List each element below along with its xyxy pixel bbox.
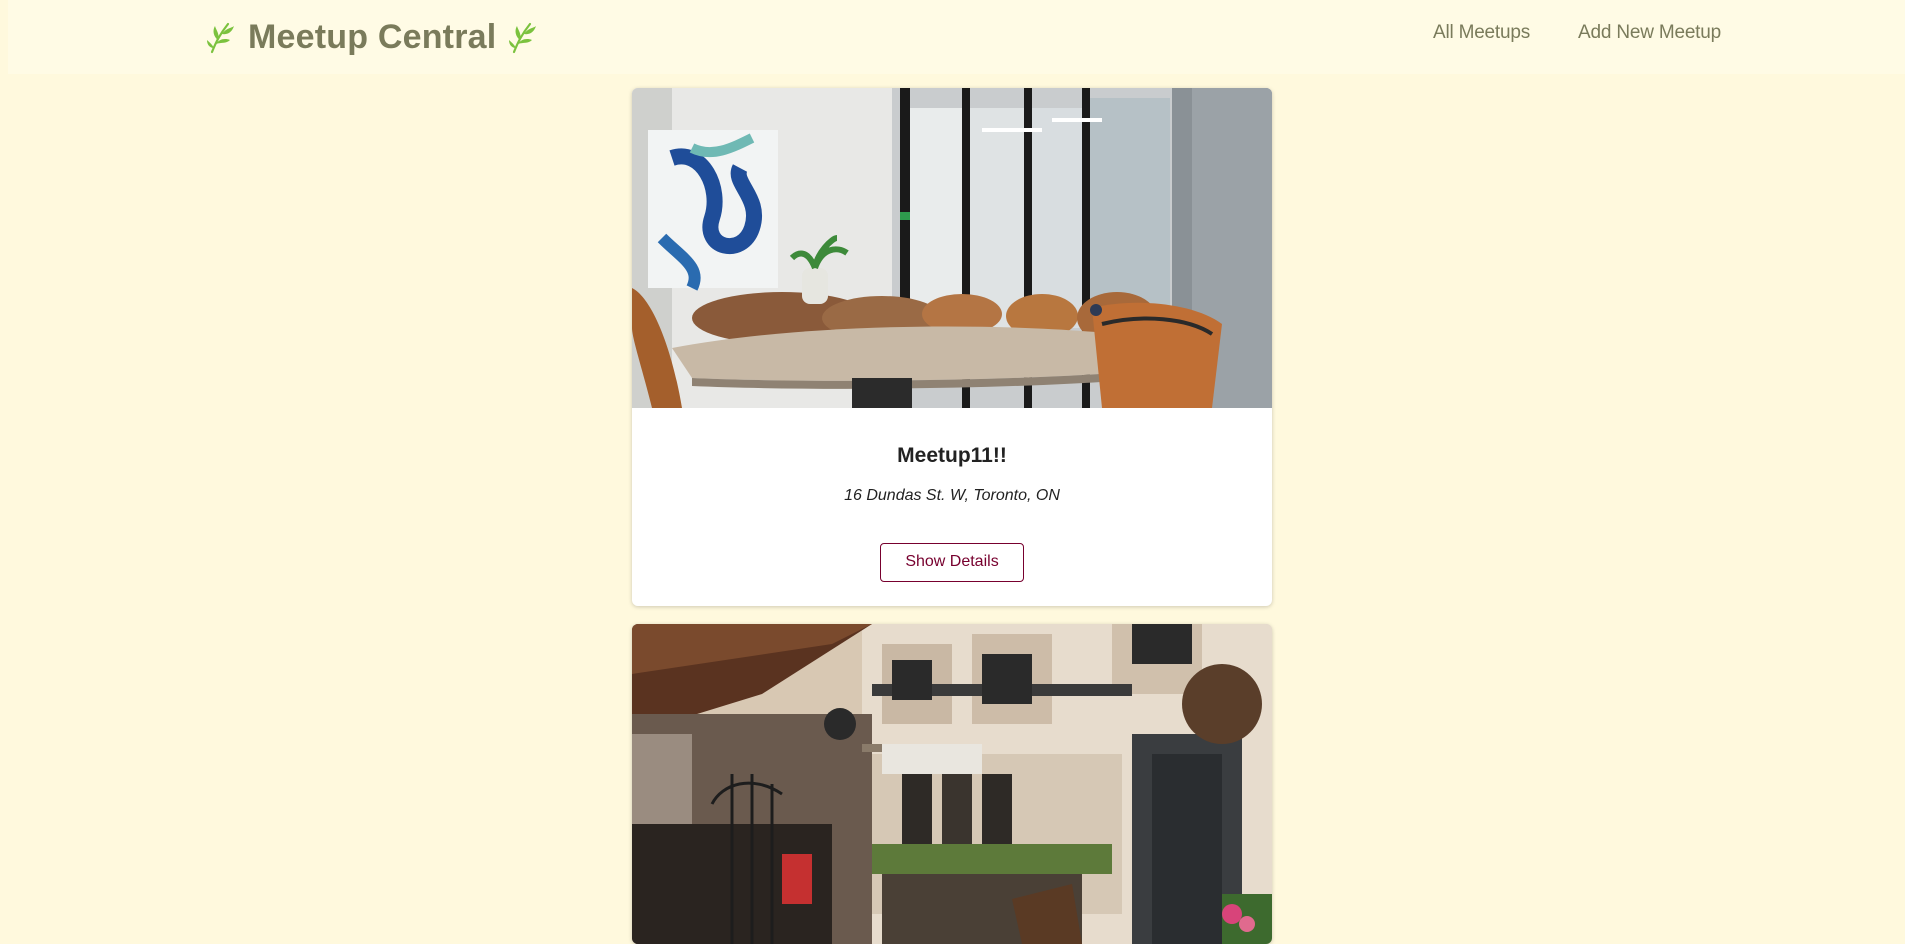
meetup-address: 16 Dundas St. W, Toronto, ON [844,487,1060,504]
nav-all-meetups[interactable]: All Meetups [1433,22,1530,44]
leaf-icon [509,22,537,54]
brand: Meetup Central [206,14,538,60]
site-header: Meetup Central All Meetups Add New Meetu… [8,0,1905,74]
brand-title: Meetup Central [248,17,497,56]
show-details-button[interactable]: Show Details [880,543,1024,582]
meetup-title: Meetup11!! [897,444,1007,467]
leaf-icon [207,22,234,54]
nav-add-new-meetup[interactable]: Add New Meetup [1578,22,1721,44]
card-body: Meetup11!! 16 Dundas St. W, Toronto, ON … [632,408,1272,582]
meetup-image [632,624,1272,944]
meetup-card: Meetup11!! 16 Dundas St. W, Toronto, ON … [632,88,1272,606]
meetup-card [632,624,1272,944]
main-nav: All Meetups Add New Meetup [1433,22,1721,44]
meetup-image [632,88,1272,408]
